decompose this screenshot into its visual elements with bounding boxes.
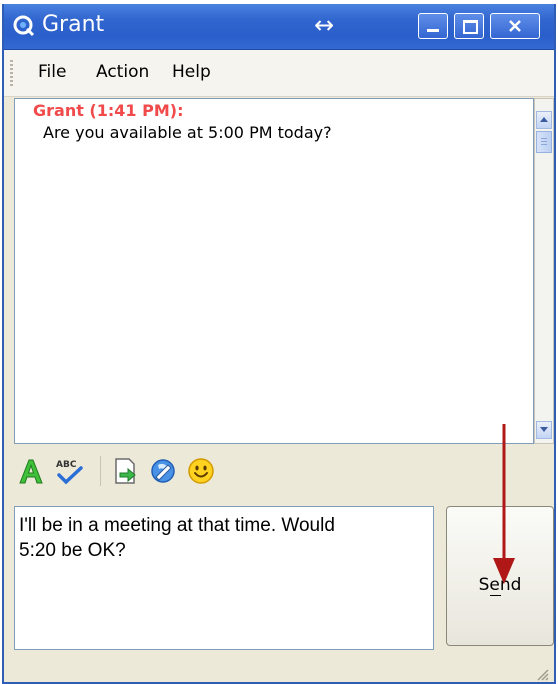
menu-help[interactable]: Help — [172, 62, 211, 82]
im-conversation-window: Grant ↔ File Action Help Grant (1:41 PM)… — [2, 4, 556, 684]
minimize-button[interactable] — [418, 13, 448, 39]
history-scrollbar[interactable] — [534, 98, 554, 444]
toolbar-grip[interactable] — [10, 60, 13, 86]
menu-file[interactable]: File — [38, 62, 66, 82]
format-toolbar: ABC — [14, 448, 424, 500]
messenger-icon — [13, 15, 35, 37]
close-button[interactable] — [490, 13, 540, 39]
font-icon[interactable] — [16, 456, 46, 486]
maximize-button[interactable] — [454, 13, 484, 39]
title-bar[interactable]: Grant ↔ — [4, 4, 554, 50]
ink-icon[interactable] — [148, 456, 178, 486]
menu-bar: File Action Help — [4, 50, 554, 97]
send-file-icon[interactable] — [110, 456, 140, 486]
svg-text:ABC: ABC — [56, 460, 77, 470]
scroll-up-button[interactable] — [536, 111, 552, 129]
close-icon — [509, 20, 521, 32]
resize-grip-icon[interactable] — [534, 666, 550, 682]
emoticon-icon[interactable] — [186, 456, 216, 486]
toolbar-separator — [100, 456, 101, 486]
conversation-history[interactable]: Grant (1:41 PM): Are you available at 5:… — [14, 98, 534, 444]
compose-input[interactable]: I'll be in a meeting at that time. Would… — [14, 506, 434, 650]
send-access-key-underline — [490, 595, 501, 596]
spell-check-icon[interactable]: ABC — [54, 456, 84, 486]
message-sender: Grant (1:41 PM): — [33, 101, 184, 120]
move-horizontal-icon: ↔ — [313, 11, 335, 39]
menu-action[interactable]: Action — [96, 62, 149, 82]
scroll-thumb[interactable] — [536, 131, 552, 153]
status-bar — [4, 656, 554, 684]
message-text: Are you available at 5:00 PM today? — [43, 123, 332, 142]
scroll-down-button[interactable] — [536, 421, 552, 439]
window-title: Grant — [42, 12, 105, 37]
compose-text[interactable]: I'll be in a meeting at that time. Would… — [19, 513, 425, 563]
annotation-arrow-icon — [493, 424, 515, 584]
